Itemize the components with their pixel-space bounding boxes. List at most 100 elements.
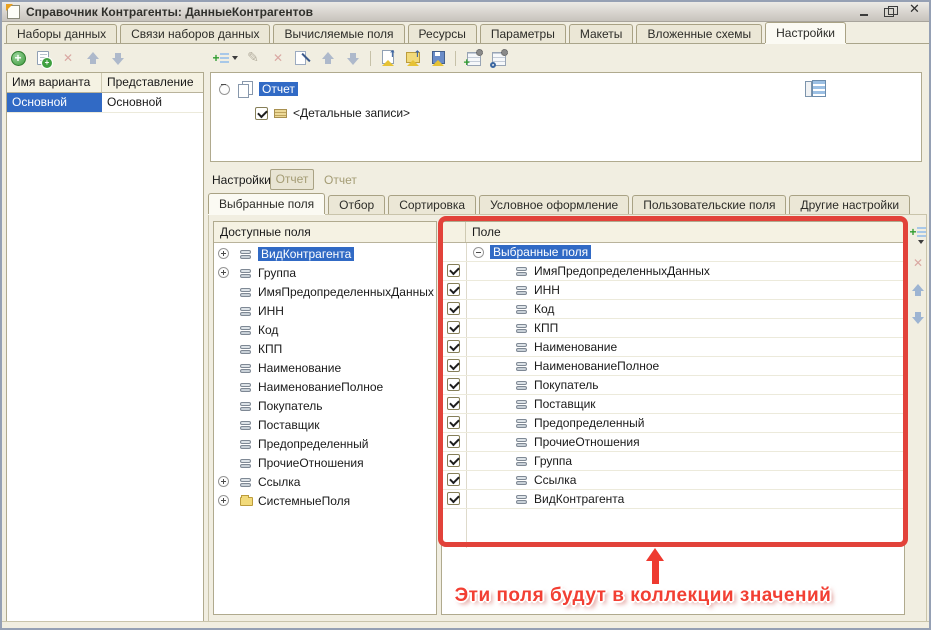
- field-label[interactable]: ИмяПредопределенныхДанных: [258, 285, 434, 299]
- move-up-button[interactable]: [83, 49, 103, 67]
- field-checkbox[interactable]: [447, 454, 460, 467]
- field-label[interactable]: КПП: [258, 342, 282, 356]
- variant-row[interactable]: Основной Основной: [7, 93, 203, 113]
- selected-field-row[interactable]: Поставщик: [442, 395, 904, 414]
- delete-button[interactable]: [58, 49, 78, 67]
- field-label[interactable]: Код: [534, 302, 554, 316]
- move-up-button[interactable]: [318, 49, 338, 67]
- field-label[interactable]: НаименованиеПолное: [258, 380, 383, 394]
- close-icon[interactable]: [909, 6, 922, 17]
- composer-add-button[interactable]: [463, 49, 483, 67]
- restore-icon[interactable]: [884, 6, 897, 17]
- field-label[interactable]: ИмяПредопределенныхДанных: [534, 264, 710, 278]
- collapse-icon[interactable]: [219, 84, 230, 95]
- field-label[interactable]: Предопределенный: [534, 416, 645, 430]
- field-label[interactable]: Ссылка: [534, 473, 576, 487]
- field-checkbox[interactable]: [447, 397, 460, 410]
- tab-parameters[interactable]: Параметры: [480, 24, 566, 43]
- tab-sorting[interactable]: Сортировка: [388, 195, 476, 214]
- available-field-row[interactable]: ИНН: [214, 302, 436, 321]
- tab-conditional-appearance[interactable]: Условное оформление: [479, 195, 629, 214]
- selected-field-row[interactable]: Ссылка: [442, 471, 904, 490]
- tab-other-settings[interactable]: Другие настройки: [789, 195, 910, 214]
- field-label[interactable]: Предопределенный: [258, 437, 369, 451]
- selected-field-row[interactable]: НаименованиеПолное: [442, 357, 904, 376]
- available-field-row[interactable]: Группа: [214, 264, 436, 283]
- move-down-button[interactable]: [908, 308, 928, 326]
- available-field-row[interactable]: Ссылка: [214, 473, 436, 492]
- selected-field-row[interactable]: ИНН: [442, 281, 904, 300]
- field-checkbox[interactable]: [447, 302, 460, 315]
- expand-icon[interactable]: [218, 248, 229, 259]
- field-label[interactable]: ПрочиеОтношения: [258, 456, 364, 470]
- tab-filter[interactable]: Отбор: [328, 195, 385, 214]
- field-label[interactable]: ИНН: [534, 283, 560, 297]
- available-field-row[interactable]: Предопределенный: [214, 435, 436, 454]
- selected-field-row[interactable]: Покупатель: [442, 376, 904, 395]
- field-label[interactable]: НаименованиеПолное: [534, 359, 659, 373]
- field-checkbox[interactable]: [447, 264, 460, 277]
- selected-field-row[interactable]: КПП: [442, 319, 904, 338]
- structure-detail-label[interactable]: <Детальные записи>: [293, 106, 410, 120]
- structure-root-label[interactable]: Отчет: [259, 82, 298, 96]
- selected-field-row[interactable]: ИмяПредопределенныхДанных: [442, 262, 904, 281]
- field-checkbox[interactable]: [447, 340, 460, 353]
- collapse-icon[interactable]: [473, 247, 484, 258]
- add-copy-button[interactable]: [33, 49, 53, 67]
- field-label[interactable]: Наименование: [534, 340, 617, 354]
- selected-field-row[interactable]: Группа: [442, 452, 904, 471]
- tab-data-sets[interactable]: Наборы данных: [6, 24, 117, 43]
- settings-variant-button[interactable]: Отчет: [270, 169, 314, 190]
- delete-button[interactable]: [908, 254, 928, 272]
- available-field-row[interactable]: ВидКонтрагента: [214, 245, 436, 264]
- available-field-row[interactable]: ИмяПредопределенныхДанных: [214, 283, 436, 302]
- detail-records-checkbox[interactable]: [255, 107, 268, 120]
- field-checkbox[interactable]: [447, 473, 460, 486]
- expand-icon[interactable]: [218, 476, 229, 487]
- field-label[interactable]: Поставщик: [534, 397, 596, 411]
- edit-button[interactable]: [243, 49, 263, 67]
- tab-templates[interactable]: Макеты: [569, 24, 634, 43]
- field-label[interactable]: КПП: [534, 321, 558, 335]
- field-label[interactable]: ПрочиеОтношения: [534, 435, 640, 449]
- selected-fields-root-row[interactable]: Выбранные поля: [442, 243, 904, 262]
- field-label[interactable]: Код: [258, 323, 278, 337]
- available-field-row[interactable]: ПрочиеОтношения: [214, 454, 436, 473]
- minimize-icon[interactable]: [859, 6, 872, 17]
- field-label[interactable]: Ссылка: [258, 475, 300, 489]
- expand-icon[interactable]: [218, 495, 229, 506]
- available-field-row[interactable]: Код: [214, 321, 436, 340]
- tab-selected-fields[interactable]: Выбранные поля: [208, 193, 325, 214]
- field-label[interactable]: Покупатель: [258, 399, 322, 413]
- field-label[interactable]: Группа: [534, 454, 572, 468]
- selected-field-row[interactable]: Код: [442, 300, 904, 319]
- selected-field-row[interactable]: ВидКонтрагента: [442, 490, 904, 509]
- variant-presentation-cell[interactable]: Основной: [102, 93, 203, 112]
- selected-field-row[interactable]: ПрочиеОтношения: [442, 433, 904, 452]
- field-label[interactable]: СистемныеПоля: [258, 494, 350, 508]
- field-checkbox[interactable]: [447, 359, 460, 372]
- available-field-row[interactable]: КПП: [214, 340, 436, 359]
- available-field-row[interactable]: Покупатель: [214, 397, 436, 416]
- tab-settings[interactable]: Настройки: [765, 22, 846, 43]
- field-label[interactable]: Покупатель: [534, 378, 598, 392]
- tab-data-set-links[interactable]: Связи наборов данных: [120, 24, 270, 43]
- move-down-button[interactable]: [343, 49, 363, 67]
- title-bar[interactable]: Справочник Контрагенты: ДанныеКонтрагент…: [2, 2, 929, 22]
- available-field-row[interactable]: Поставщик: [214, 416, 436, 435]
- field-label[interactable]: ИНН: [258, 304, 284, 318]
- variant-name-cell[interactable]: Основной: [7, 93, 102, 112]
- available-field-row[interactable]: НаименованиеПолное: [214, 378, 436, 397]
- move-down-button[interactable]: [108, 49, 128, 67]
- load-settings-button[interactable]: [403, 49, 423, 67]
- field-checkbox[interactable]: [447, 492, 460, 505]
- selected-field-row[interactable]: Наименование: [442, 338, 904, 357]
- field-checkbox[interactable]: [447, 283, 460, 296]
- tab-resources[interactable]: Ресурсы: [408, 24, 477, 43]
- field-label[interactable]: Группа: [258, 266, 296, 280]
- composer-view-button[interactable]: [488, 49, 508, 67]
- available-field-row[interactable]: Наименование: [214, 359, 436, 378]
- delete-button[interactable]: [268, 49, 288, 67]
- field-checkbox[interactable]: [447, 321, 460, 334]
- autofill-button[interactable]: [293, 49, 313, 67]
